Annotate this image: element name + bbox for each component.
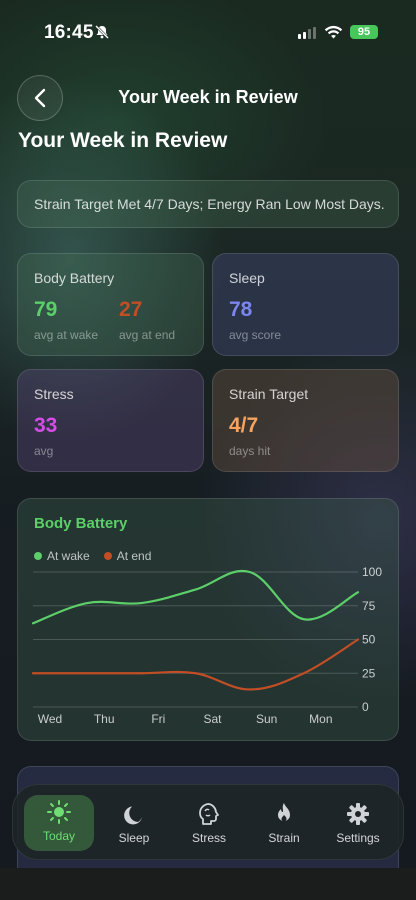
nav-header: Your Week in Review: [0, 68, 416, 128]
tab-strain-label: Strain: [268, 831, 300, 845]
y-tick-label: 75: [362, 599, 376, 613]
series-line-at-end: [31, 638, 360, 691]
x-tick-label: Mon: [309, 712, 332, 726]
strain-title: Strain Target: [229, 386, 309, 402]
summary-card: Strain Target Met 4/7 Days; Energy Ran L…: [17, 180, 399, 228]
x-tick-label: Sun: [256, 712, 277, 726]
stress-value: 33: [34, 414, 58, 437]
sleep-card[interactable]: Sleep 78 avg score: [212, 253, 399, 356]
tab-stress[interactable]: Stress: [174, 797, 244, 849]
strain-value: 4/7: [229, 414, 259, 437]
body-battery-chart-card: Body Battery At wake At end 100 75 50 25 0 We…: [17, 498, 399, 741]
sleep-title: Sleep: [229, 270, 265, 286]
home-indicator-area: [0, 868, 416, 900]
tab-settings-label: Settings: [336, 831, 380, 845]
tab-sleep[interactable]: Sleep: [99, 797, 169, 849]
strain-label: days hit: [229, 444, 271, 458]
moon-icon: [124, 806, 142, 825]
stress-card[interactable]: Stress 33 avg: [17, 369, 204, 472]
tab-stress-label: Stress: [191, 831, 226, 845]
nav-title: Your Week in Review: [118, 87, 298, 107]
bell-muted-icon: [95, 25, 109, 39]
tab-bar: Today Sleep Stress Strain Settings: [12, 784, 404, 860]
end-label: avg at end: [119, 328, 176, 342]
sleep-label: avg score: [229, 328, 282, 342]
wifi-icon: [324, 25, 343, 39]
y-tick-label: 50: [362, 633, 376, 647]
tab-today-label: Today: [42, 829, 76, 843]
y-tick-label: 100: [362, 565, 382, 579]
x-tick-label: Fri: [151, 712, 165, 726]
strain-card[interactable]: Strain Target 4/7 days hit: [212, 369, 399, 472]
brain-icon: [199, 803, 219, 825]
stress-title: Stress: [34, 386, 74, 402]
sleep-value: 78: [229, 298, 253, 321]
status-time: 16:45: [44, 22, 94, 43]
page-title: Your Week in Review: [18, 129, 228, 152]
gear-icon: [347, 803, 369, 825]
y-tick-label: 0: [362, 700, 369, 714]
stress-label: avg: [34, 444, 54, 458]
body-battery-title: Body Battery: [34, 270, 115, 286]
battery-indicator: 95: [350, 25, 378, 39]
tab-sleep-label: Sleep: [118, 831, 150, 845]
status-bar: 16:45 95: [0, 0, 416, 60]
summary-text: Strain Target Met 4/7 Days; Energy Ran L…: [34, 196, 385, 212]
wake-label: avg at wake: [34, 328, 99, 342]
tab-strain[interactable]: Strain: [249, 797, 319, 849]
body-battery-card[interactable]: Body Battery 79 avg at wake 27 avg at en…: [17, 253, 204, 356]
x-tick-label: Sat: [203, 712, 222, 726]
sun-icon: [47, 800, 71, 824]
series-line-at-wake: [31, 569, 360, 625]
x-tick-label: Wed: [38, 712, 62, 726]
y-tick-label: 25: [362, 666, 376, 680]
tab-today[interactable]: Today: [24, 795, 94, 851]
tab-settings[interactable]: Settings: [323, 797, 393, 849]
battery-level: 95: [357, 26, 371, 38]
wake-value: 79: [34, 298, 58, 321]
end-value: 27: [119, 298, 143, 321]
x-tick-label: Thu: [94, 712, 115, 726]
flame-icon: [278, 803, 290, 822]
line-chart: 100 75 50 25 0 Wed Thu Fri Sat Sun Mon: [31, 565, 382, 726]
cell-signal-icon: [298, 27, 316, 39]
